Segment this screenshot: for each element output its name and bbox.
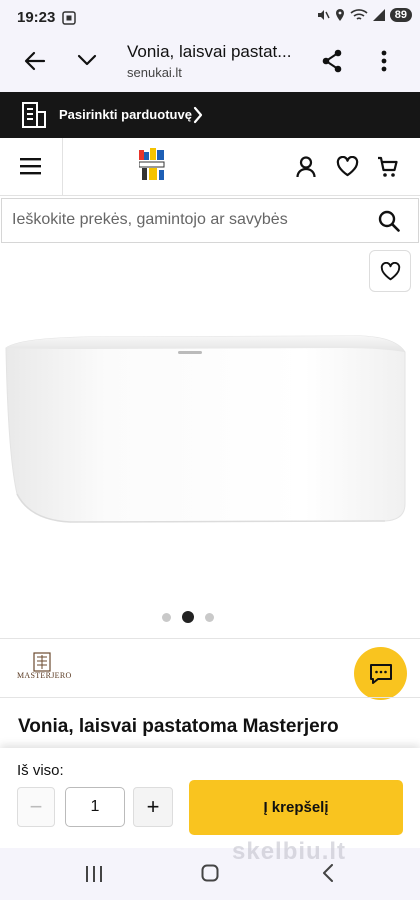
heart-icon[interactable] xyxy=(336,156,359,177)
status-time: 19:23 xyxy=(17,9,56,26)
user-icon[interactable] xyxy=(296,156,316,178)
menu-icon[interactable] xyxy=(20,158,41,175)
add-to-cart-button[interactable]: Į krepšelį xyxy=(189,780,403,835)
brand-name: MASTERJERO xyxy=(17,671,72,680)
signal-icon xyxy=(372,9,385,21)
divider xyxy=(0,697,420,698)
location-icon xyxy=(335,9,344,21)
product-title: Vonia, laisvai pastatoma Masterjero xyxy=(18,716,339,737)
android-nav-bar xyxy=(0,848,420,900)
watermark: skelbiu.lt xyxy=(232,838,347,865)
quantity-decrease-button[interactable]: − xyxy=(17,787,55,827)
search-input[interactable]: Ieškokite prekės, gamintojo ar savybės xyxy=(1,198,419,243)
chevron-down-icon[interactable] xyxy=(77,53,97,67)
screenshot-icon xyxy=(62,11,76,25)
search-placeholder: Ieškokite prekės, gamintojo ar savybės xyxy=(12,211,288,228)
site-header xyxy=(0,138,420,196)
chat-icon xyxy=(369,663,392,684)
status-icons: 89 xyxy=(316,8,412,22)
quantity-increase-button[interactable]: + xyxy=(133,787,173,827)
home-icon[interactable] xyxy=(201,864,219,882)
total-label: Iš viso: xyxy=(17,762,64,779)
store-icon xyxy=(22,102,46,128)
senukai-logo-icon[interactable] xyxy=(139,148,165,184)
brand-logo[interactable] xyxy=(17,651,67,687)
store-selector-label: Pasirinkti parduotuvę xyxy=(59,107,192,122)
recent-apps-icon[interactable] xyxy=(85,866,103,882)
divider xyxy=(0,638,420,639)
more-vert-icon[interactable] xyxy=(380,50,388,72)
back-nav-icon[interactable] xyxy=(322,864,334,882)
favorite-button[interactable] xyxy=(369,250,411,292)
store-selector-bar[interactable]: Pasirinkti parduotuvę xyxy=(0,92,420,138)
wifi-icon xyxy=(350,9,368,20)
bathtub-image xyxy=(5,335,406,523)
back-arrow-icon[interactable] xyxy=(24,51,46,71)
status-bar: 19:23 89 xyxy=(0,0,420,36)
share-icon[interactable] xyxy=(321,49,343,73)
chevron-right-icon xyxy=(193,106,203,124)
search-icon[interactable] xyxy=(378,210,400,232)
page-url: senukai.lt xyxy=(127,65,182,80)
page-title: Vonia, laisvai pastat... xyxy=(127,42,292,61)
header-divider xyxy=(62,138,63,196)
battery-indicator: 89 xyxy=(389,8,412,22)
chat-button[interactable] xyxy=(354,647,407,700)
mute-icon xyxy=(317,10,330,20)
quantity-input[interactable]: 1 xyxy=(65,787,125,827)
heart-icon xyxy=(380,261,400,280)
cart-icon[interactable] xyxy=(377,156,399,178)
gallery-dot[interactable] xyxy=(205,613,214,622)
gallery-dot[interactable] xyxy=(162,613,171,622)
gallery-dot-active[interactable] xyxy=(182,611,194,623)
browser-toolbar: Vonia, laisvai pastat... senukai.lt xyxy=(0,36,420,92)
product-image[interactable] xyxy=(0,244,420,638)
